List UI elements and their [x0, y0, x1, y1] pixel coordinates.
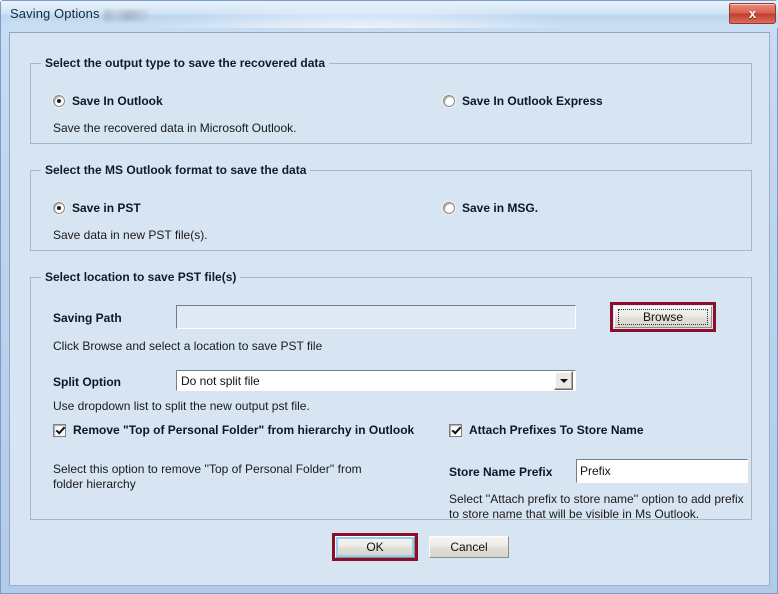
saving-path-input[interactable]	[176, 305, 576, 329]
browse-hint: Click Browse and select a location to sa…	[53, 339, 323, 353]
radio-save-in-pst-indicator[interactable]	[53, 202, 65, 214]
radio-save-in-outlook-express[interactable]: Save In Outlook Express	[443, 94, 603, 108]
radio-save-in-outlook-express-indicator[interactable]	[443, 95, 455, 107]
saving-path-label: Saving Path	[53, 311, 122, 325]
radio-save-in-pst[interactable]: Save in PST	[53, 201, 141, 215]
split-option-select[interactable]: Do not split file	[176, 370, 576, 391]
outlook-format-hint: Save data in new PST file(s).	[53, 228, 208, 242]
ok-button[interactable]: OK	[335, 536, 415, 558]
title-bar-gloss	[151, 1, 571, 28]
split-option-hint: Use dropdown list to split the new outpu…	[53, 399, 310, 413]
store-name-prefix-input[interactable]	[576, 459, 748, 483]
split-option-value: Do not split file	[181, 373, 260, 388]
remove-top-hint: Select this option to remove ''Top of Pe…	[53, 462, 362, 491]
output-type-hint: Save the recovered data in Microsoft Out…	[53, 121, 297, 135]
radio-save-in-outlook-indicator[interactable]	[53, 95, 65, 107]
browse-button[interactable]: Browse	[614, 306, 712, 328]
close-button[interactable]: x	[729, 3, 776, 24]
store-name-prefix-label: Store Name Prefix	[449, 465, 553, 479]
radio-save-in-outlook[interactable]: Save In Outlook	[53, 94, 163, 108]
title-bar: Saving Options x	[1, 1, 778, 28]
radio-save-in-msg-label: Save in MSG.	[462, 201, 539, 215]
window-title: Saving Options	[10, 6, 100, 21]
ok-button-label: OK	[366, 540, 384, 554]
checkbox-attach-prefixes-to-store-name[interactable]: Attach Prefixes To Store Name	[449, 423, 644, 437]
checkbox-remove-top-label: Remove "Top of Personal Folder" from hie…	[73, 423, 415, 437]
radio-save-in-pst-label: Save in PST	[72, 201, 141, 215]
group-output-type-title: Select the output type to save the recov…	[41, 56, 330, 70]
attach-prefix-hint: Select ''Attach prefix to store name'' o…	[449, 492, 744, 521]
group-location-title: Select location to save PST file(s)	[41, 270, 241, 284]
radio-save-in-msg-indicator[interactable]	[443, 202, 455, 214]
cancel-button-label: Cancel	[450, 540, 488, 554]
saving-options-dialog: Saving Options x Select the output type …	[0, 0, 778, 594]
checkbox-attach-prefixes-label: Attach Prefixes To Store Name	[469, 423, 644, 437]
group-outlook-format: Select the MS Outlook format to save the…	[30, 163, 752, 251]
browse-button-label: Browse	[642, 310, 683, 324]
split-option-label: Split Option	[53, 375, 121, 389]
group-outlook-format-title: Select the MS Outlook format to save the…	[41, 163, 311, 177]
radio-save-in-outlook-label: Save In Outlook	[72, 94, 163, 108]
radio-save-in-outlook-express-label: Save In Outlook Express	[462, 94, 603, 108]
dialog-client-area: Select the output type to save the recov…	[9, 32, 770, 586]
group-location: Select location to save PST file(s) Savi…	[30, 270, 752, 521]
chevron-down-icon[interactable]	[554, 371, 573, 390]
group-output-type: Select the output type to save the recov…	[30, 56, 752, 144]
checkbox-remove-top-of-personal-folder[interactable]: Remove "Top of Personal Folder" from hie…	[53, 423, 414, 437]
radio-save-in-msg[interactable]: Save in MSG.	[443, 201, 538, 215]
checkbox-remove-top-indicator[interactable]	[53, 423, 66, 437]
redacted-title-suffix	[104, 10, 148, 21]
cancel-button[interactable]: Cancel	[429, 536, 509, 558]
checkbox-attach-prefixes-indicator[interactable]	[449, 423, 462, 437]
